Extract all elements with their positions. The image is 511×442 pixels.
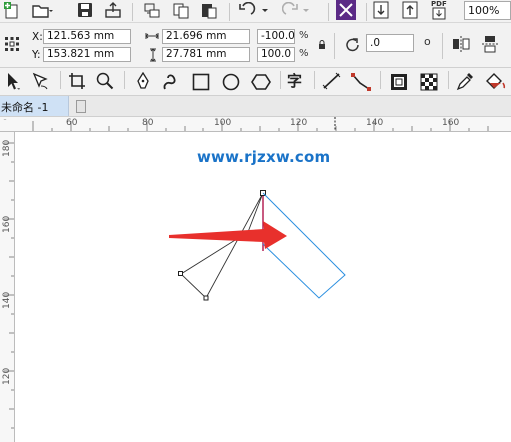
pick-tool-icon[interactable] (6, 72, 20, 91)
freehand-tool-icon[interactable] (135, 71, 151, 91)
drawing-canvas[interactable] (15, 132, 511, 442)
lock-ratio-icon[interactable] (318, 40, 326, 50)
object-width-field[interactable]: 21.696 mm (162, 29, 250, 44)
y-position-label: Y: (32, 49, 41, 61)
shape-tool-icon[interactable] (32, 72, 50, 91)
ruler-tick-label: 160 (2, 215, 12, 233)
zoom-tool-icon[interactable] (96, 72, 114, 91)
scale-x-field[interactable]: -100.0 (257, 29, 295, 44)
vertical-ruler[interactable] (0, 132, 15, 442)
x-position-field[interactable]: 121.563 mm (43, 29, 131, 44)
ruler-tick-label: 140 (366, 118, 384, 128)
ruler-tick-label: 160 (442, 118, 460, 128)
connector-tool-icon[interactable] (350, 72, 372, 91)
text-tool-glyph: 字 (287, 72, 303, 90)
save-icon[interactable] (77, 2, 93, 18)
open-folder-icon[interactable] (32, 3, 54, 19)
drop-shadow-tool-icon[interactable] (390, 73, 408, 91)
import-icon[interactable] (143, 2, 161, 19)
ruler-tick-label: 140 (2, 291, 12, 309)
ruler-tick-label: 80 (142, 118, 154, 128)
property-bar: X: 121.563 mm Y: 153.821 mm 21.696 mm 27… (0, 23, 511, 68)
paste-icon[interactable] (200, 2, 218, 19)
export-up-icon[interactable] (402, 1, 418, 19)
ruler-tick-label: 60 (66, 118, 78, 128)
artistic-media-icon[interactable] (162, 72, 178, 91)
selection-handle[interactable] (203, 295, 209, 301)
ruler-tick-label: 120 (290, 118, 308, 128)
ruler-tick-label: 120 (2, 367, 12, 385)
undo-icon[interactable] (238, 1, 268, 19)
text-tool-icon[interactable]: 字 (287, 71, 305, 91)
polygon-tool-icon[interactable] (251, 73, 271, 91)
scale-y-field[interactable]: 100.0 (257, 47, 295, 62)
ruler-tick-label: 100 (214, 118, 232, 128)
rectangle-tool-icon[interactable] (192, 73, 210, 91)
site-watermark: www.rjzxw.com (197, 148, 331, 166)
export-icon[interactable] (104, 2, 122, 19)
crop-tool-icon[interactable] (68, 72, 86, 91)
y-position-field[interactable]: 153.821 mm (43, 47, 131, 62)
transparency-tool-icon[interactable] (420, 73, 438, 91)
x-position-label: X: (32, 31, 43, 43)
selection-handle[interactable] (178, 271, 183, 276)
scale-x-percent: % (299, 30, 309, 41)
redo-icon[interactable] (281, 1, 312, 19)
publish-pdf-icon[interactable]: PDF (430, 0, 452, 20)
zoom-level-field[interactable]: 100% (464, 1, 511, 20)
rotation-angle-field[interactable]: .0 (366, 34, 414, 52)
new-tab-icon[interactable] (76, 100, 86, 113)
dimension-tool-icon[interactable] (322, 72, 342, 91)
ruler-tick-label: 180 (2, 139, 12, 157)
rotation-icon (344, 36, 362, 54)
copy-icon[interactable] (172, 2, 190, 19)
object-origin-icon[interactable] (4, 36, 20, 52)
mirror-horizontal-icon[interactable] (452, 35, 470, 53)
object-height-field[interactable]: 27.781 mm (162, 47, 250, 62)
mirrored-rectangle[interactable] (262, 192, 346, 299)
standard-toolbar: PDF 100% (0, 0, 511, 23)
height-icon (148, 48, 158, 62)
corel-connect-icon[interactable] (336, 0, 356, 20)
eyedropper-tool-icon[interactable] (456, 72, 474, 91)
document-tab-title: 未命名 -1 (1, 101, 49, 114)
interactive-fill-icon[interactable] (484, 72, 506, 91)
width-icon (145, 31, 159, 41)
degree-symbol: o (424, 35, 431, 48)
ellipse-tool-icon[interactable] (222, 73, 240, 91)
new-document-icon[interactable] (4, 2, 20, 19)
selected-rectangle[interactable] (180, 192, 264, 299)
import-down-icon[interactable] (373, 1, 389, 19)
toolbox: 字 (0, 68, 511, 96)
ruler-tick-label: ¯ (3, 118, 7, 127)
mirror-vertical-icon[interactable] (481, 35, 499, 53)
scale-y-percent: % (299, 48, 309, 59)
